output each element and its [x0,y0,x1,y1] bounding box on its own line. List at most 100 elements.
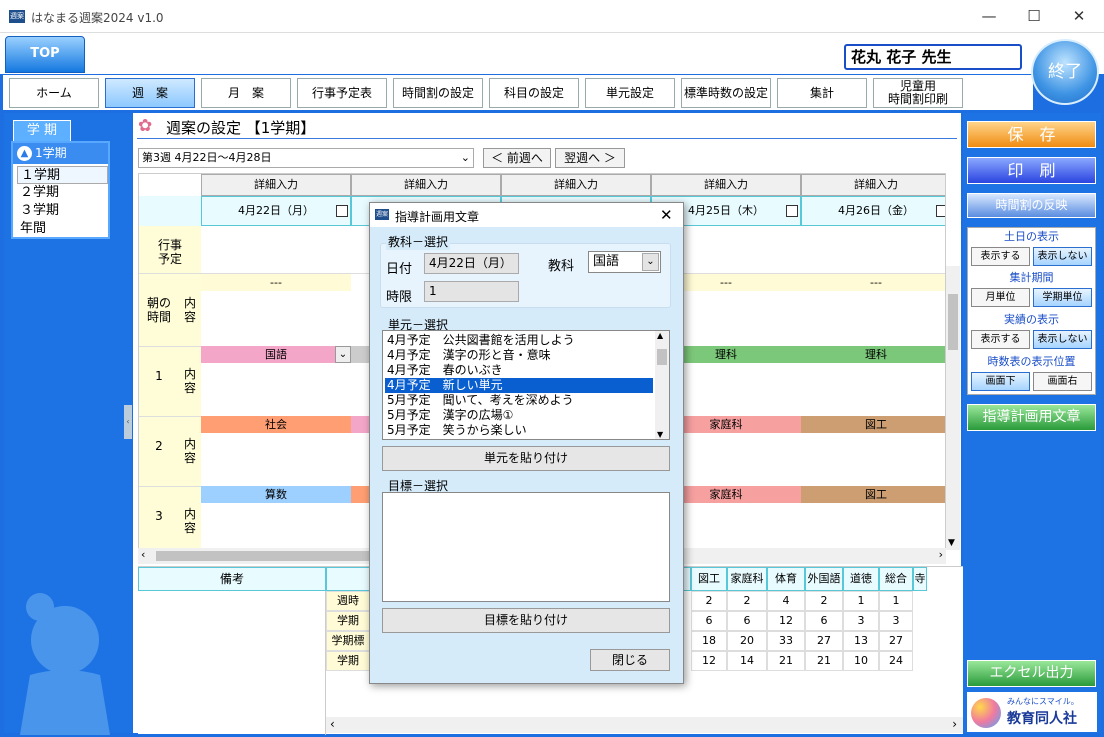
nav-monthly-plan[interactable]: 月 案 [201,78,291,108]
unit-list-item[interactable]: 4月予定 漢字の形と音・意味 [385,348,653,363]
subject-cell[interactable]: 算数 [201,486,351,503]
chevron-right-icon[interactable]: › [939,548,943,561]
summary-hscrollbar[interactable]: ‹ › [326,717,963,733]
morning-dash: --- [201,274,351,291]
actuals-show-button[interactable]: 表示する [971,330,1030,349]
term-list: ▲ 1学期 １学期 ２学期 ３学期 年間 [11,141,110,239]
hours-cell: 1 [879,591,913,611]
save-button[interactable]: 保 存 [967,121,1096,148]
dialog-close-icon[interactable]: ✕ [660,206,673,224]
detail-button[interactable]: 詳細入力 [201,174,351,196]
dialog-title: 指導計画用文章 [395,210,480,224]
date-label: 日付 [386,262,413,277]
subject-column-header: 家庭科 [727,567,767,591]
unit-list-item[interactable]: 5月予定 笑うから楽しい [385,423,653,438]
detail-button[interactable]: 詳細入力 [651,174,801,196]
subject-column-header: 道徳 [843,567,879,591]
subject-cell[interactable]: 図工 [801,416,945,433]
detail-button[interactable]: 詳細入力 [501,174,651,196]
unit-list[interactable]: 4月予定 公共図書館を活用しよう 4月予定 漢字の形と音・意味 4月予定 春のいぶき… [382,330,670,440]
paste-unit-button[interactable]: 単元を貼り付け [382,446,670,471]
close-dialog-button[interactable]: 閉じる [590,649,670,671]
collapse-handle[interactable]: ‹ [124,405,132,439]
events-row-label: 行事 予定 [139,226,201,274]
next-week-button[interactable]: 翌週へ ＞ [555,148,625,168]
position-bottom-button[interactable]: 画面下 [971,372,1030,391]
subject-label: 教科 [548,259,575,274]
unit-list-scrollbar[interactable]: ▲ ▼ [655,331,669,439]
term-item-1[interactable]: １学期 [17,166,108,184]
date-checkbox[interactable] [786,205,798,217]
nav-timetable-settings[interactable]: 時間割の設定 [393,78,483,108]
term-unit-button[interactable]: 学期単位 [1033,288,1092,307]
unit-list-item[interactable]: 5月予定 聞いて、考えを深めよう [385,393,653,408]
apply-timetable-button[interactable]: 時間割の反映 [967,193,1096,218]
chevron-down-icon[interactable]: ⌄ [642,253,659,271]
nav-student-timetable-print[interactable]: 児童用 時間割印刷 [873,78,963,108]
actuals-hide-button[interactable]: 表示しない [1033,330,1092,349]
unit-list-item[interactable]: 4月予定 新しい単元 [385,378,653,393]
hours-cell: 14 [727,651,767,671]
date-checkbox[interactable] [336,205,348,217]
close-window-button[interactable]: ✕ [1068,6,1090,26]
period-label: 時限 [386,290,413,305]
term-current[interactable]: ▲ 1学期 [13,143,108,164]
unit-list-item[interactable]: 4月予定 公共図書館を活用しよう [385,333,653,348]
hours-cell: 18 [691,631,727,651]
subject-select[interactable]: 国語 ⌄ [588,251,661,273]
maximize-button[interactable]: ☐ [1023,6,1045,26]
position-right-button[interactable]: 画面右 [1033,372,1092,391]
nav-event-schedule[interactable]: 行事予定表 [297,78,387,108]
chevron-down-icon[interactable]: ⌄ [335,346,351,363]
monthly-unit-button[interactable]: 月単位 [971,288,1030,307]
term-item-3[interactable]: ３学期 [17,202,108,220]
grid-vscrollbar[interactable]: ▼ [946,266,960,550]
minimize-button[interactable]: — [978,6,1000,26]
weekend-show-button[interactable]: 表示する [971,247,1030,266]
term-item-2[interactable]: ２学期 [17,184,108,202]
chevron-down-icon: ⌄ [460,151,470,164]
nav-standard-hours[interactable]: 標準時数の設定 [681,78,771,108]
title-underline [137,138,957,139]
weekend-hide-button[interactable]: 表示しない [1033,247,1092,266]
chevron-left-icon[interactable]: ‹ [141,548,145,561]
flower-icon: ✿ [138,116,153,136]
chevron-up-icon[interactable]: ▲ [657,331,663,340]
guidance-text-button[interactable]: 指導計画用文章 [967,404,1096,431]
hours-cell: 27 [805,631,843,651]
paste-goal-button[interactable]: 目標を貼り付け [382,608,670,633]
prev-week-button[interactable]: ＜ 前週へ [483,148,551,168]
excel-export-button[interactable]: エクセル出力 [967,660,1096,687]
goal-list[interactable] [382,492,670,602]
app-icon: 週案 [9,10,25,23]
chevron-left-icon[interactable]: ‹ [330,717,335,731]
print-button[interactable]: 印 刷 [967,157,1096,184]
exit-button[interactable]: 終了 [1031,39,1099,105]
term-item-year[interactable]: 年間 [17,220,108,238]
unit-list-item[interactable]: 4月予定 春のいぶき [385,363,653,378]
term-tab[interactable]: 学 期 [13,120,71,141]
subject-cell[interactable]: 理科 [801,346,945,363]
detail-button[interactable]: 詳細入力 [801,174,945,196]
detail-button[interactable]: 詳細入力 [351,174,501,196]
date-checkbox[interactable] [936,205,945,217]
nav-subject-settings[interactable]: 科目の設定 [489,78,579,108]
subject-cell[interactable]: 社会 [201,416,351,433]
week-select[interactable]: 第3週 4月22日〜4月28日 ⌄ [138,148,474,168]
top-tab[interactable]: TOP [5,36,85,73]
chevron-down-icon[interactable]: ▼ [948,538,955,548]
nav-summary[interactable]: 集計 [777,78,867,108]
nav-weekly-plan[interactable]: 週 案 [105,78,195,108]
chevron-down-icon[interactable]: ▼ [657,430,663,439]
subject-cell[interactable]: 国語 ⌄ [201,346,351,363]
unit-list-item[interactable]: 5月予定 漢字の広場① [385,408,653,423]
page-title: 週案の設定 【1学期】 [166,119,316,137]
nav-home[interactable]: ホーム [9,78,99,108]
remarks-field[interactable] [138,591,326,735]
hours-cell: 3 [879,611,913,631]
nav-unit-settings[interactable]: 単元設定 [585,78,675,108]
dialog-app-icon: 週案 [375,209,389,220]
hours-row-label: 学期 [326,651,370,671]
subject-cell[interactable]: 図工 [801,486,945,503]
chevron-right-icon[interactable]: › [952,717,957,731]
